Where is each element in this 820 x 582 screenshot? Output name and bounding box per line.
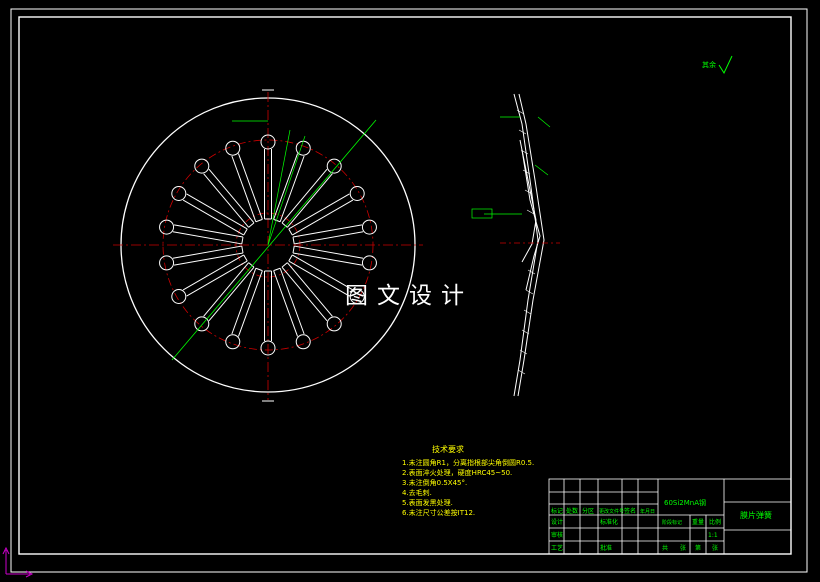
tb-label-date: 年月日: [640, 509, 656, 515]
tb-label-design: 设计: [551, 519, 564, 526]
tb-label-count: 处数: [566, 508, 579, 515]
finger-hole: [159, 255, 175, 271]
tb-label-approve: 批准: [600, 545, 613, 552]
tb-label-sheet: 张: [712, 545, 719, 552]
tb-label-change-doc: 更改文件号: [599, 509, 625, 515]
tech-req-line-4: 4.去毛刺.: [402, 489, 432, 497]
dim-line-a: [267, 135, 306, 246]
section-outline-left: [513, 93, 539, 397]
finger-slot: [231, 153, 263, 223]
finger-hole: [159, 219, 175, 235]
finger-hole: [171, 289, 187, 304]
tb-label-review: 审核: [551, 532, 564, 539]
tech-req-line-5: 5.表面发黑处理.: [402, 499, 453, 507]
finger-slot: [292, 224, 364, 245]
roughness-check-icon: [718, 55, 733, 75]
scale-value: 1:1: [708, 532, 718, 539]
roughness-note: 其余: [702, 61, 716, 69]
finger-slot: [273, 267, 305, 337]
tb-label-mark: 标记: [551, 508, 564, 515]
finger-slot: [231, 267, 263, 337]
finger-hole: [194, 158, 210, 174]
tech-req-line-3: 3.未注倒角0.5X45°.: [402, 479, 468, 487]
tech-req-line-1: 1.未注圆角R1，分离指根部尖角倒圆R0.5.: [402, 459, 535, 467]
tb-label-standard: 标准化: [600, 519, 619, 526]
tb-label-process: 工艺: [551, 545, 564, 552]
finger-hole: [326, 158, 342, 174]
finger-slot: [292, 245, 364, 266]
datum-box: [471, 208, 493, 219]
tech-req-line-2: 2.表面淬火处理，硬度HRC45~50.: [402, 469, 513, 477]
finger-slot: [172, 245, 244, 266]
ucs-axis-icon: [2, 546, 34, 578]
front-view: [113, 89, 423, 402]
tb-label-signature: 签名: [624, 508, 637, 515]
finger-hole: [361, 219, 377, 235]
section-inner-left: [519, 139, 537, 263]
finger-hole: [171, 186, 187, 201]
tb-label-no: 第: [695, 545, 702, 552]
finger-slot: [172, 224, 244, 245]
finger-hole: [349, 186, 365, 201]
tb-label-zone: 分区: [582, 508, 595, 515]
finger-slot: [273, 153, 305, 223]
watermark-text: 图文设计: [345, 283, 473, 309]
side-dim-leaders: [484, 116, 551, 215]
tech-req-title: 技术要求: [432, 445, 464, 454]
tb-label-sheets: 张: [680, 545, 687, 552]
finger-hole: [326, 316, 342, 332]
finger-hole: [361, 255, 377, 271]
tb-label-total: 共: [662, 545, 669, 552]
tb-label-stage: 阶段标记: [662, 520, 683, 526]
section-line-diagonal: [171, 119, 377, 361]
part-name-label: 膜片弹簧: [740, 511, 772, 520]
tb-label-weight: 重量: [692, 519, 705, 526]
tech-req-line-6: 6.未注尺寸公差按IT12.: [402, 509, 476, 517]
tb-label-scale: 比例: [709, 519, 722, 526]
side-section-view: [471, 93, 560, 397]
finger-hole: [225, 334, 241, 350]
material-label: 60Si2MnA钢: [664, 499, 707, 507]
